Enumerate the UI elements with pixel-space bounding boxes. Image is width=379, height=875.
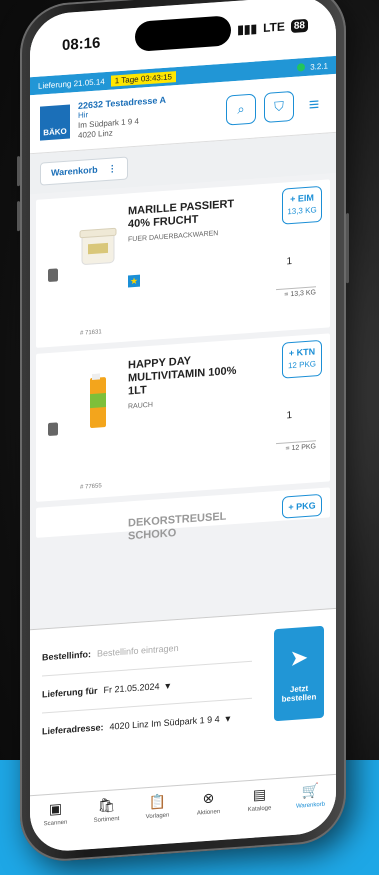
delivery-address-value: 4020 Linz Im Südpark 1 9 4 bbox=[109, 714, 220, 732]
quantity-value[interactable]: 1 bbox=[286, 256, 292, 267]
status-icons: ▮▮▮ LTE 88 bbox=[237, 18, 308, 37]
power-button bbox=[346, 212, 349, 284]
add-unit-button[interactable]: + PKG bbox=[282, 493, 322, 519]
nav-sortiment[interactable]: 🛍 Sortiment bbox=[87, 796, 127, 825]
product-brand: RAUCH bbox=[128, 401, 153, 411]
network-label: LTE bbox=[263, 19, 285, 36]
trash-icon[interactable] bbox=[48, 268, 58, 283]
delivery-date-value: Fr 21.05.2024 bbox=[103, 681, 160, 696]
product-card: HAPPY DAY MULTIVITAMIN 100% 1LT RAUCH + … bbox=[36, 333, 330, 502]
online-status-dot bbox=[297, 63, 306, 72]
baeko-logo: BÄKO bbox=[40, 104, 70, 141]
delivery-date: Lieferung 21.05.14 bbox=[38, 76, 105, 91]
scan-icon: ▣ bbox=[48, 800, 63, 817]
volume-down-button bbox=[17, 201, 20, 232]
article-number: # 77655 bbox=[80, 483, 102, 491]
product-name: MARILLE PASSIERT 40% FRUCHT FUER DAUERBA… bbox=[128, 196, 258, 246]
search-icon: ⌕ bbox=[237, 101, 245, 117]
nav-warenkorb[interactable]: 🛒 Warenkorb bbox=[291, 781, 331, 810]
search-button[interactable]: ⌕ bbox=[226, 93, 256, 126]
more-vert-icon[interactable]: ⋮ bbox=[108, 163, 117, 175]
chevron-down-icon: ▾ bbox=[225, 712, 231, 724]
cart-icon: 🛒 bbox=[301, 782, 320, 800]
nav-kataloge[interactable]: ▤ Kataloge bbox=[240, 785, 280, 814]
quantity-total: = 12 PKG bbox=[276, 440, 316, 454]
clock: 08:16 bbox=[62, 34, 101, 55]
bag-icon: 🛍 bbox=[97, 796, 116, 814]
clipboard-icon: 📋 bbox=[148, 792, 167, 810]
add-unit-button[interactable]: + EIM 13,3 KG bbox=[282, 185, 322, 225]
tab-warenkorb[interactable]: Warenkorb ⋮ bbox=[40, 155, 128, 186]
star-icon: ★ bbox=[128, 274, 140, 288]
tab-label: Warenkorb bbox=[51, 164, 98, 178]
percent-icon: ⊗ bbox=[202, 789, 215, 807]
chevron-down-icon: ▾ bbox=[165, 680, 171, 691]
product-image-bucket bbox=[79, 227, 117, 265]
quantity-value[interactable]: 1 bbox=[286, 410, 292, 421]
quantity-total: = 13,3 KG bbox=[276, 286, 316, 300]
filter-button[interactable]: ⛉ bbox=[264, 90, 294, 123]
product-name: DEKORSTREUSEL SCHOKO bbox=[128, 510, 227, 543]
order-info-placeholder: Bestellinfo eintragen bbox=[97, 642, 179, 659]
order-now-button[interactable]: ➤ Jetzt bestellen bbox=[274, 625, 324, 722]
nav-scannen[interactable]: ▣ Scannen bbox=[36, 799, 76, 828]
product-name: HAPPY DAY MULTIVITAMIN 100% 1LT RAUCH bbox=[128, 350, 258, 413]
send-icon: ➤ bbox=[290, 646, 308, 671]
add-unit-button[interactable]: + KTN 12 PKG bbox=[282, 339, 322, 379]
catalog-icon: ▤ bbox=[252, 785, 267, 803]
signal-icon: ▮▮▮ bbox=[237, 21, 258, 37]
volume-up-button bbox=[17, 156, 20, 187]
store-address[interactable]: 22632 Testadresse A Hir Im Südpark 1 9 4… bbox=[78, 91, 218, 141]
phone-screen: 08:16 ▮▮▮ LTE 88 Lieferung 21.05.14 1 Ta… bbox=[30, 0, 336, 854]
app-version: 3.2.1 bbox=[310, 60, 328, 72]
phone-frame: 08:16 ▮▮▮ LTE 88 Lieferung 21.05.14 1 Ta… bbox=[17, 0, 349, 865]
trash-icon[interactable] bbox=[48, 422, 58, 437]
order-panel: Bestellinfo: Bestellinfo eintragen Liefe… bbox=[30, 607, 336, 796]
countdown-badge: 1 Tage 03:43:15 bbox=[110, 70, 176, 87]
battery-icon: 88 bbox=[290, 18, 308, 33]
nav-vorlagen[interactable]: 📋 Vorlagen bbox=[138, 792, 178, 821]
filter-icon: ⛉ bbox=[274, 98, 284, 115]
nav-aktionen[interactable]: ⊗ Aktionen bbox=[189, 788, 229, 817]
hamburger-menu-icon[interactable]: ≡ bbox=[302, 93, 326, 116]
dynamic-island bbox=[135, 15, 231, 52]
article-number: # 71631 bbox=[80, 329, 102, 337]
product-image-juice bbox=[90, 373, 106, 428]
product-card: MARILLE PASSIERT 40% FRUCHT FUER DAUERBA… bbox=[36, 179, 330, 348]
